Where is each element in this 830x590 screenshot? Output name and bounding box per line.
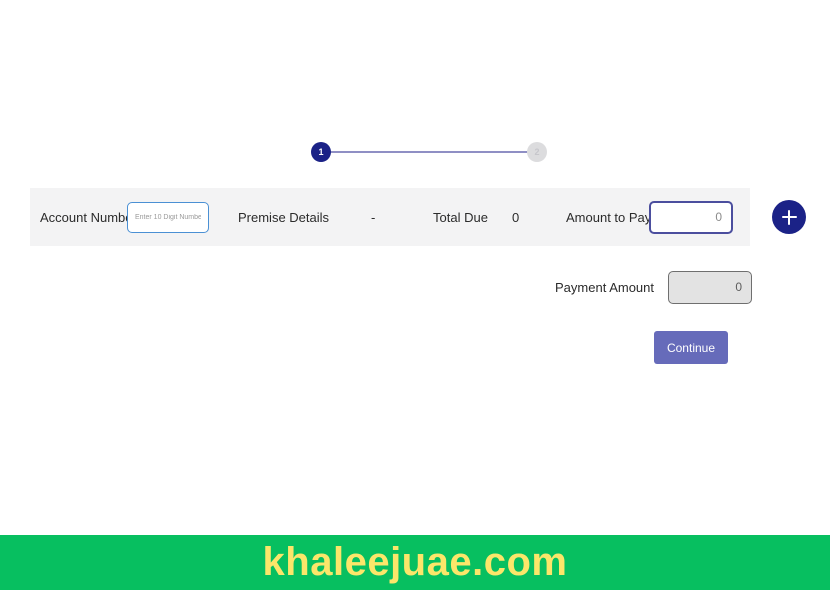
payment-amount-row: Payment Amount <box>555 270 752 304</box>
stepper-connector-line <box>328 151 530 153</box>
account-details-card: Account Number Premise Details - Total D… <box>30 188 750 246</box>
amount-to-pay-input[interactable] <box>649 200 733 234</box>
account-number-label: Account Number <box>40 209 137 225</box>
account-number-input[interactable] <box>127 201 209 233</box>
add-account-button[interactable] <box>772 200 806 234</box>
progress-stepper: 1 2 <box>311 140 547 164</box>
total-due-label: Total Due <box>433 209 488 225</box>
stepper-step-2[interactable]: 2 <box>527 142 547 162</box>
premise-details-label: Premise Details <box>238 209 330 225</box>
total-due-value: 0 <box>512 209 520 225</box>
watermark-banner: khaleejuae.com <box>0 535 830 590</box>
payment-amount-field <box>668 270 752 304</box>
amount-to-pay-label: Amount to Pay <box>566 209 652 225</box>
payment-amount-label: Payment Amount <box>555 279 654 295</box>
premise-details-value: - <box>371 209 376 225</box>
watermark-text: khaleejuae.com <box>262 540 568 584</box>
plus-icon <box>781 209 797 225</box>
continue-button[interactable]: Continue <box>654 331 728 364</box>
stepper-step-1[interactable]: 1 <box>311 142 331 162</box>
